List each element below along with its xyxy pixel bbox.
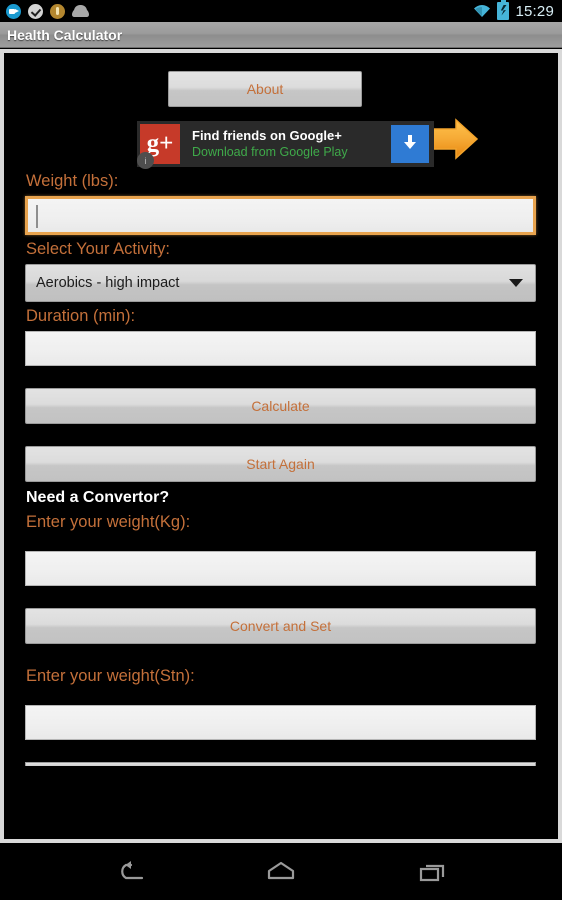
check-circle-icon (28, 3, 43, 19)
coin-icon (50, 3, 65, 19)
activity-label: Select Your Activity: (26, 240, 170, 258)
weight-label: Weight (lbs): (26, 172, 119, 190)
calculate-button[interactable]: Calculate (25, 388, 536, 424)
ad-subtext: Download from Google Play (192, 145, 348, 159)
battery-charging-icon (497, 0, 510, 20)
google-plus-logo-icon: g+ i (137, 124, 180, 169)
status-bar-notification-icons[interactable] (6, 3, 89, 19)
convertor-heading: Need a Convertor? (26, 489, 170, 506)
ad-headline: Find friends on Google+ (192, 128, 342, 143)
right-arrow-icon[interactable] (426, 115, 482, 163)
duration-input[interactable] (25, 331, 536, 366)
status-bar-clock: 15:29 (515, 2, 554, 20)
stn-input[interactable] (25, 705, 536, 740)
ad-download-button[interactable] (391, 125, 429, 163)
back-arrow-icon (121, 860, 144, 879)
android-head-icon (72, 4, 89, 18)
system-navigation-bar (0, 843, 562, 900)
nav-recents-button[interactable] (410, 853, 456, 891)
wifi-icon (473, 4, 491, 18)
download-arrow-icon (400, 132, 420, 157)
page-title: Health Calculator (7, 26, 123, 43)
chevron-down-icon (509, 279, 523, 287)
text-caret (36, 205, 38, 228)
calculator-form: Weight (lbs): Select Your Activity: Aero… (4, 167, 558, 766)
activity-spinner[interactable]: Aerobics - high impact (25, 264, 536, 302)
app-content-frame: About g+ i Find friends on Google+ Downl… (0, 49, 562, 843)
home-icon (267, 861, 295, 879)
convert-and-set-button[interactable]: Convert and Set (25, 608, 536, 644)
kg-input[interactable] (25, 551, 536, 586)
camera-icon (6, 3, 21, 19)
app-title-bar: Health Calculator (0, 22, 562, 48)
google-plus-ad-banner[interactable]: g+ i Find friends on Google+ Download fr… (137, 121, 434, 169)
header-row: About (4, 53, 558, 160)
activity-selected-value: Aerobics - high impact (36, 275, 180, 291)
app-scroll-area[interactable]: About g+ i Find friends on Google+ Downl… (4, 53, 558, 839)
duration-label: Duration (min): (26, 307, 136, 325)
nav-home-button[interactable] (258, 853, 304, 891)
stn-label: Enter your weight(Stn): (26, 667, 195, 685)
weight-input[interactable] (25, 196, 536, 235)
ad-text-block: Find friends on Google+ Download from Go… (192, 128, 391, 160)
partial-button-below-fold[interactable] (25, 762, 536, 766)
start-again-button[interactable]: Start Again (25, 446, 536, 482)
about-button[interactable]: About (168, 71, 362, 107)
status-bar: 15:29 (0, 0, 562, 22)
nav-back-button[interactable] (106, 853, 152, 891)
recent-apps-icon (419, 864, 445, 881)
kg-label: Enter your weight(Kg): (26, 513, 191, 531)
status-bar-system-icons: 15:29 (473, 0, 554, 20)
